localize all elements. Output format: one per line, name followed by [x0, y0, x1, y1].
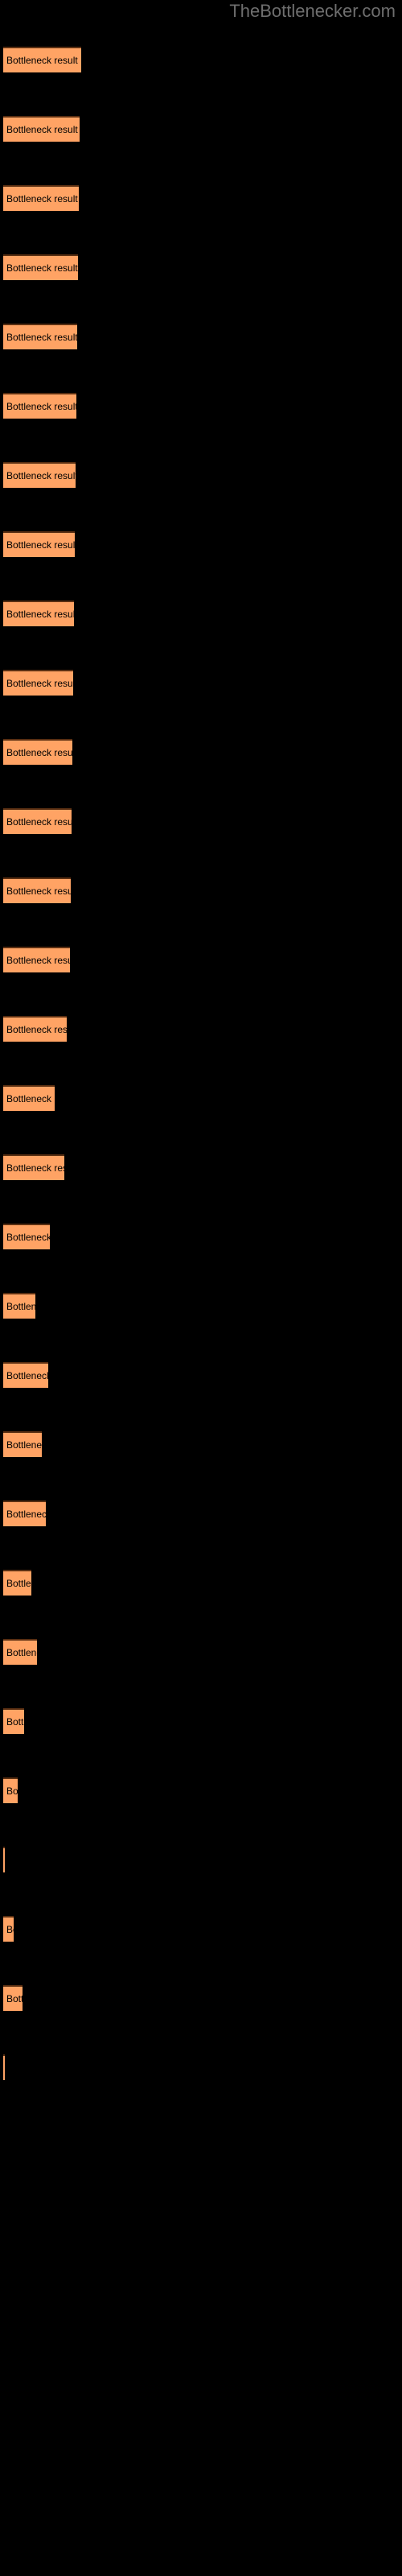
- bar-bottleneck-result: Bottleneck result: [3, 670, 73, 696]
- bar-bottleneck-result: Bottleneck result: [3, 1154, 64, 1180]
- bar-label: Bottleneck result: [6, 678, 73, 689]
- bar-label: Bottleneck result: [6, 1232, 50, 1243]
- bar-bottleneck-result: Bottleneck result: [3, 1293, 35, 1319]
- bar-label: Bottleneck result: [6, 1301, 35, 1312]
- bar-bottleneck-result: Bottleneck result: [3, 1570, 31, 1596]
- bar-label: Bottleneck result: [6, 470, 76, 481]
- bar-bottleneck-result: Bottleneck result: [3, 877, 71, 903]
- bar-label: Bottleneck result: [6, 401, 76, 412]
- bottleneck-bar-chart: TheBottlenecker.com Bottleneck result Bot…: [0, 0, 402, 2576]
- bar-label: Bottleneck result: [6, 747, 72, 758]
- bar-bottleneck-result: Bottleneck result: [3, 1847, 5, 1872]
- bar-label: Bottleneck result: [6, 539, 75, 551]
- bar-bottleneck-result: Bottleneck result: [3, 1501, 46, 1526]
- bar-bottleneck-result: Bottleneck result: [3, 1224, 50, 1249]
- bar-label: Bottleneck result: [6, 193, 78, 204]
- bar-bottleneck-result: Bottleneck result: [3, 1362, 48, 1388]
- bar-label: Bottleneck result: [6, 1093, 55, 1104]
- bar-bottleneck-result: Bottleneck result: [3, 1639, 37, 1665]
- bar-label: Bottleneck result: [6, 816, 72, 828]
- bar-bottleneck-result: Bottleneck result: [3, 739, 72, 765]
- bar-label: Bottleneck result: [6, 55, 78, 66]
- bar-label: Bottleneck result: [6, 124, 78, 135]
- bar-bottleneck-result: Bottleneck result: [3, 1708, 24, 1734]
- bar-label: Bottleneck result: [6, 1647, 37, 1658]
- bar-label: Bottleneck result: [6, 1993, 23, 2004]
- bar-bottleneck-result: Bottleneck result: [3, 1916, 14, 1942]
- bar-label: Bottleneck result: [6, 886, 71, 897]
- bar-bottleneck-result: Bottleneck result: [3, 116, 80, 142]
- bar-label: Bottleneck result: [6, 1924, 14, 1935]
- bar-bottleneck-result: Bottleneck result: [3, 47, 81, 72]
- bar-bottleneck-result: Bottleneck result: [3, 1985, 23, 2011]
- bar-bottleneck-result: Bottleneck result: [3, 531, 75, 557]
- bar-label: Bottleneck result: [6, 262, 78, 274]
- bar-bottleneck-result: Bottleneck result: [3, 601, 74, 626]
- bar-bottleneck-result: Bottleneck result: [3, 2054, 5, 2080]
- bar-label: Bottleneck result: [6, 332, 77, 343]
- bar-label: Bottleneck result: [6, 955, 70, 966]
- bar-bottleneck-result: Bottleneck result: [3, 324, 77, 349]
- bar-label: Bottleneck result: [6, 1578, 31, 1589]
- bar-label: Bottleneck result: [6, 1370, 48, 1381]
- bar-bottleneck-result: Bottleneck result: [3, 808, 72, 834]
- bar-label: Bottleneck result: [6, 1509, 46, 1520]
- bar-label: Bottleneck result: [6, 1439, 42, 1451]
- bar-bottleneck-result: Bottleneck result: [3, 1431, 42, 1457]
- bar-label: Bottleneck result: [6, 1024, 67, 1035]
- bar-bottleneck-result: Bottleneck result: [3, 947, 70, 972]
- bar-bottleneck-result: Bottleneck result: [3, 1777, 18, 1803]
- bar-bottleneck-result: Bottleneck result: [3, 254, 78, 280]
- bar-bottleneck-result: Bottleneck result: [3, 1016, 67, 1042]
- bar-label: Bottleneck result: [6, 609, 74, 620]
- bar-label: Bottleneck result: [6, 1716, 24, 1728]
- bar-bottleneck-result: Bottleneck result: [3, 462, 76, 488]
- bar-bottleneck-result: Bottleneck result: [3, 185, 79, 211]
- bar-bottleneck-result: Bottleneck result: [3, 393, 76, 419]
- bar-label: Bottleneck result: [6, 1785, 18, 1797]
- bars-layer: Bottleneck result Bottleneck result Bottle…: [0, 0, 402, 2576]
- bar-label: Bottleneck result: [6, 1162, 64, 1174]
- bar-bottleneck-result: Bottleneck result: [3, 1085, 55, 1111]
